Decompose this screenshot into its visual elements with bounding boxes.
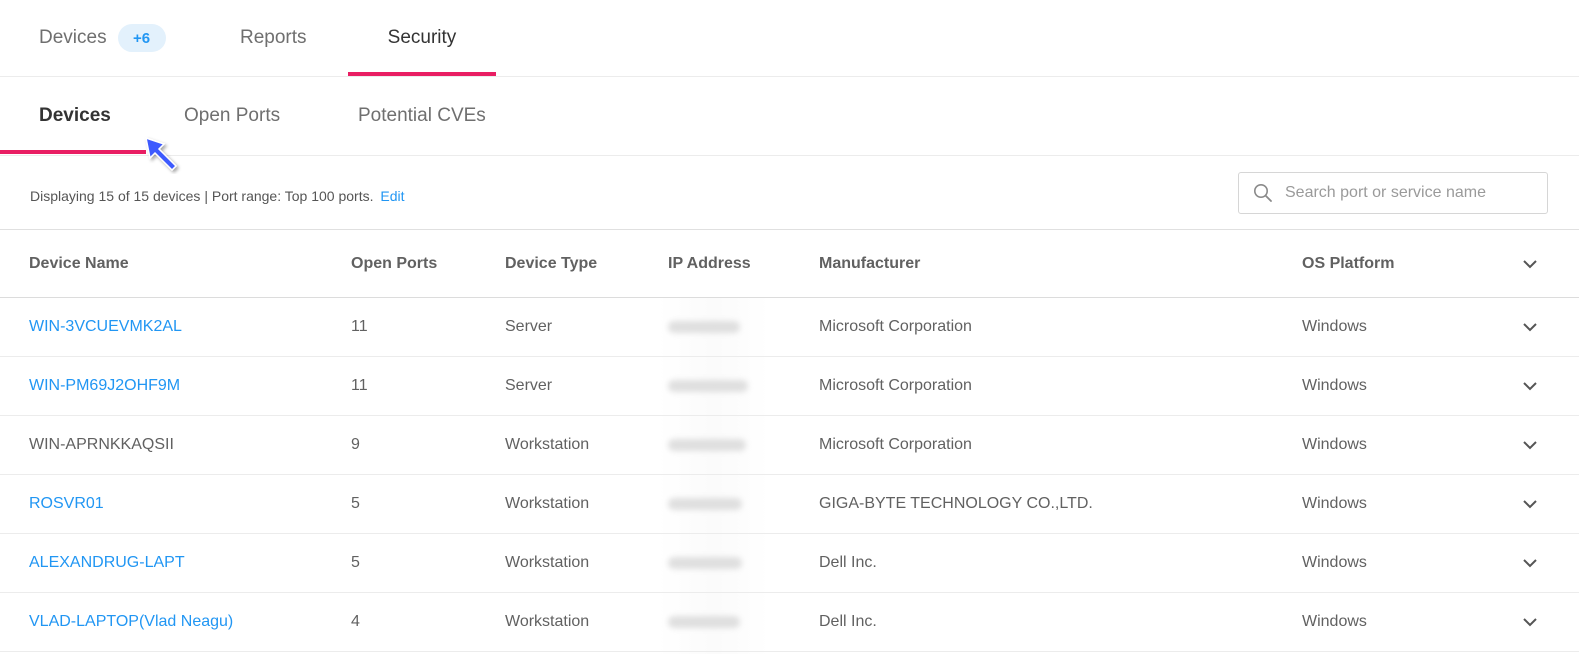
top-tab-bar: Devices +6 Reports Security	[0, 0, 1579, 77]
search-input[interactable]	[1283, 183, 1537, 203]
col-header-manufacturer[interactable]: Manufacturer	[819, 230, 920, 297]
subtab-potential-cves-label: Potential CVEs	[358, 105, 486, 126]
table-row[interactable]: VLAD-LAPTOP(Vlad Neagu) 4 Workstation De…	[0, 593, 1579, 652]
active-subtab-indicator	[0, 150, 146, 154]
col-header-os-platform[interactable]: OS Platform	[1302, 230, 1394, 297]
device-type-cell: Workstation	[505, 613, 590, 630]
subtab-devices[interactable]: Devices	[39, 77, 111, 155]
expand-row-chevron-icon[interactable]	[1516, 416, 1544, 474]
mouse-cursor-icon	[145, 136, 178, 172]
table-row[interactable]: WIN-APRNKKAQSII 9 Workstation Microsoft …	[0, 416, 1579, 475]
tab-devices-label: Devices	[39, 27, 107, 48]
device-name-cell[interactable]: ROSVR01	[29, 475, 104, 533]
subtab-open-ports-label: Open Ports	[184, 105, 281, 126]
manufacturer-cell: Dell Inc.	[819, 554, 877, 571]
table-row[interactable]: ALEXANDRUG-LAPT 5 Workstation Dell Inc. …	[0, 534, 1579, 593]
ip-address-cell	[668, 593, 740, 651]
manufacturer-cell: Dell Inc.	[819, 613, 877, 630]
open-ports-cell: 4	[351, 613, 360, 630]
devices-table: Device Name Open Ports Device Type IP Ad…	[0, 229, 1579, 652]
expand-row-chevron-icon[interactable]	[1516, 298, 1544, 356]
blurred-ip	[668, 439, 746, 451]
manufacturer-cell: GIGA-BYTE TECHNOLOGY CO.,LTD.	[819, 495, 1093, 512]
tab-reports[interactable]: Reports	[240, 0, 307, 76]
open-ports-cell: 11	[351, 377, 368, 394]
col-header-open-ports[interactable]: Open Ports	[351, 230, 437, 297]
device-name-cell[interactable]: ALEXANDRUG-LAPT	[29, 534, 185, 592]
expand-row-chevron-icon[interactable]	[1516, 593, 1544, 651]
edit-port-range-link[interactable]: Edit	[380, 188, 404, 204]
open-ports-cell: 9	[351, 436, 360, 453]
table-row[interactable]: WIN-PM69J2OHF9M 11 Server Microsoft Corp…	[0, 357, 1579, 416]
os-platform-cell: Windows	[1302, 613, 1367, 630]
open-ports-cell: 11	[351, 318, 368, 335]
search-icon	[1254, 184, 1272, 202]
table-header: Device Name Open Ports Device Type IP Ad…	[0, 229, 1579, 298]
expand-row-chevron-icon[interactable]	[1516, 357, 1544, 415]
device-name-cell[interactable]: VLAD-LAPTOP(Vlad Neagu)	[29, 593, 233, 651]
device-type-cell: Workstation	[505, 495, 590, 512]
active-tab-indicator	[348, 72, 496, 76]
blurred-ip	[668, 380, 748, 392]
subtab-open-ports[interactable]: Open Ports	[184, 77, 280, 155]
open-ports-cell: 5	[351, 495, 360, 512]
open-ports-cell: 5	[351, 554, 360, 571]
device-name-cell: WIN-APRNKKAQSII	[29, 436, 174, 453]
table-body: WIN-3VCUEVMK2AL 11 Server Microsoft Corp…	[0, 298, 1579, 652]
search-box[interactable]	[1238, 172, 1548, 214]
os-platform-cell: Windows	[1302, 495, 1367, 512]
expand-row-chevron-icon[interactable]	[1516, 475, 1544, 533]
device-type-cell: Server	[505, 377, 553, 394]
col-header-ip-address[interactable]: IP Address	[668, 230, 751, 297]
os-platform-cell: Windows	[1302, 554, 1367, 571]
tab-security-label: Security	[387, 27, 457, 48]
manufacturer-cell: Microsoft Corporation	[819, 377, 972, 394]
col-header-device-type[interactable]: Device Type	[505, 230, 597, 297]
subtab-devices-label: Devices	[39, 105, 111, 126]
ip-address-cell	[668, 475, 742, 533]
os-platform-cell: Windows	[1302, 436, 1367, 453]
sub-tab-bar: Devices Open Ports Potential CVEs	[0, 77, 1579, 156]
device-type-cell: Workstation	[505, 554, 590, 571]
blurred-ip	[668, 616, 740, 628]
os-platform-cell: Windows	[1302, 377, 1367, 394]
manufacturer-cell: Microsoft Corporation	[819, 318, 972, 335]
devices-count-badge: +6	[117, 24, 166, 52]
tab-security[interactable]: Security	[348, 0, 496, 76]
col-header-device-name[interactable]: Device Name	[29, 230, 129, 297]
ip-address-cell	[668, 298, 740, 356]
device-type-cell: Workstation	[505, 436, 590, 453]
tab-reports-label: Reports	[240, 27, 307, 48]
expand-row-chevron-icon[interactable]	[1516, 534, 1544, 592]
blurred-ip	[668, 557, 742, 569]
tab-devices[interactable]: Devices +6	[39, 0, 166, 76]
expand-all-chevron-icon[interactable]	[1516, 230, 1544, 297]
subtab-potential-cves[interactable]: Potential CVEs	[358, 77, 486, 155]
blurred-ip	[668, 321, 740, 333]
os-platform-cell: Windows	[1302, 318, 1367, 335]
device-count-summary: Displaying 15 of 15 devices | Port range…	[30, 188, 405, 204]
ip-address-cell	[668, 416, 746, 474]
manufacturer-cell: Microsoft Corporation	[819, 436, 972, 453]
device-name-cell[interactable]: WIN-PM69J2OHF9M	[29, 357, 180, 415]
ip-address-cell	[668, 534, 742, 592]
device-name-cell[interactable]: WIN-3VCUEVMK2AL	[29, 298, 182, 356]
device-type-cell: Server	[505, 318, 553, 335]
table-row[interactable]: ROSVR01 5 Workstation GIGA-BYTE TECHNOLO…	[0, 475, 1579, 534]
table-row[interactable]: WIN-3VCUEVMK2AL 11 Server Microsoft Corp…	[0, 298, 1579, 357]
blurred-ip	[668, 498, 742, 510]
summary-text: Displaying 15 of 15 devices | Port range…	[30, 188, 374, 204]
ip-address-cell	[668, 357, 748, 415]
